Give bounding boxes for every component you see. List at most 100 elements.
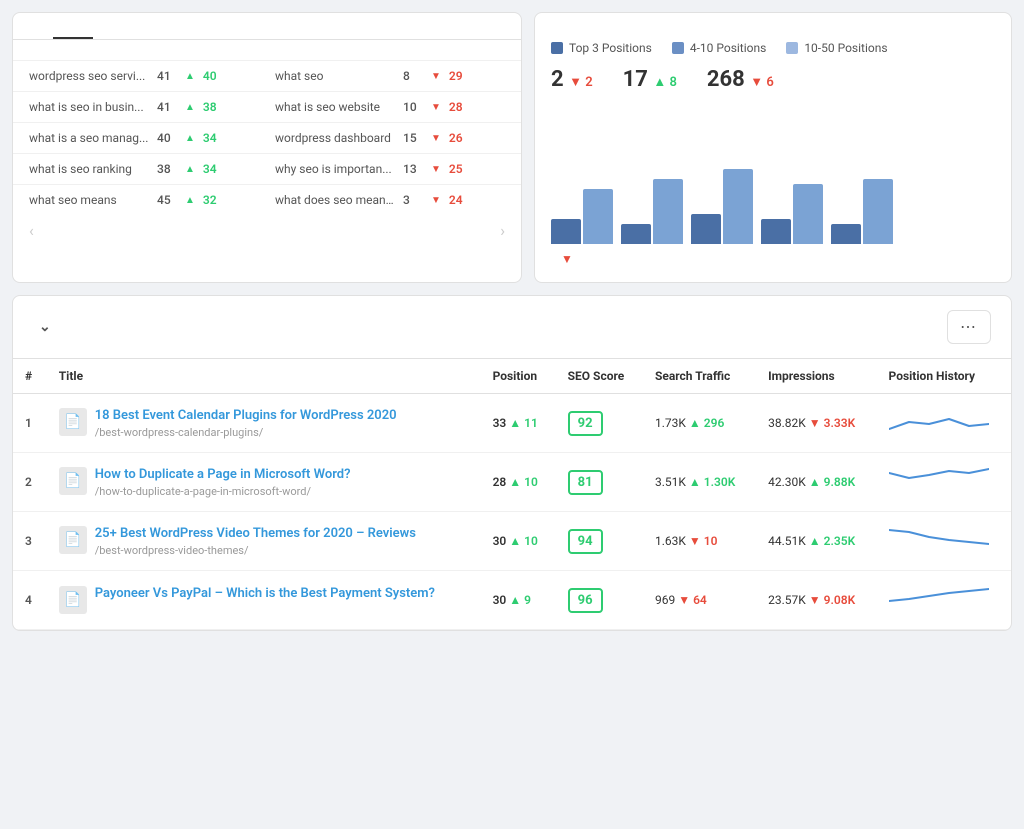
bar-mid xyxy=(723,169,753,244)
table-row: 3 📄 25+ Best WordPress Video Themes for … xyxy=(13,512,1011,571)
impressions-delta: ▼ 3.33K xyxy=(809,416,855,430)
bar-mid xyxy=(863,179,893,244)
legend-item: 4-10 Positions xyxy=(672,41,766,55)
tab-all-keywords[interactable] xyxy=(13,13,53,39)
position-delta: ▲ 10 xyxy=(509,534,538,548)
table-row: 1 📄 18 Best Event Calendar Plugins for W… xyxy=(13,394,1011,453)
losing-keyword: why seo is importan... 13 ▼ 25 xyxy=(259,162,505,176)
position-delta: ▲ 10 xyxy=(509,475,538,489)
position-value: 30 xyxy=(493,534,507,548)
scroll-right-icon[interactable]: › xyxy=(500,221,505,240)
post-title[interactable]: Payoneer Vs PayPal – Which is the Best P… xyxy=(95,586,435,601)
bar-dark xyxy=(831,224,861,244)
seo-score-badge: 92 xyxy=(568,411,603,436)
post-url: /best-wordpress-calendar-plugins/ xyxy=(95,426,264,439)
traffic-delta: ▲ 1.30K xyxy=(689,475,735,489)
row-number: 4 xyxy=(25,593,32,607)
bar-mid xyxy=(583,189,613,244)
stat-number: 17 ▲ 8 xyxy=(623,67,677,92)
table-col-header: Title xyxy=(47,359,481,394)
table-body: 1 📄 18 Best Event Calendar Plugins for W… xyxy=(13,394,1011,630)
ctr-label: ▼ xyxy=(551,252,573,266)
winning-keyword: what seo means 45 ▲ 32 xyxy=(29,193,259,207)
winning-keyword: wordpress seo servi... 41 ▲ 40 xyxy=(29,69,259,83)
bar-dark xyxy=(551,219,581,244)
arrow-down-icon: ▼ xyxy=(431,102,441,113)
position-delta: ▲ 9 xyxy=(509,593,531,607)
post-url: /best-wordpress-video-themes/ xyxy=(95,544,249,557)
mini-chart xyxy=(889,404,989,439)
keyword-row: what is a seo manag... 40 ▲ 34 wordpress… xyxy=(13,122,521,153)
table-col-header: Search Traffic xyxy=(643,359,756,394)
arrow-down-icon: ▼ xyxy=(431,133,441,144)
keyword-row: what is seo in busin... 41 ▲ 38 what is … xyxy=(13,91,521,122)
arrow-up-icon: ▲ xyxy=(185,102,195,113)
panel-title: ⌄ xyxy=(33,319,51,335)
post-cell: 📄 How to Duplicate a Page in Microsoft W… xyxy=(59,467,469,498)
table-col-header: # xyxy=(13,359,47,394)
traffic-value: 1.63K xyxy=(655,534,686,548)
bar-group xyxy=(831,179,893,244)
tab-tracked-keywords[interactable] xyxy=(53,13,93,39)
chevron-down-icon: ⌄ xyxy=(39,319,51,335)
losing-keyword: wordpress dashboard 15 ▼ 26 xyxy=(259,131,505,145)
winning-posts-panel: ⌄ ⋯ #TitlePositionSEO ScoreSearch Traffi… xyxy=(12,295,1012,631)
losing-keyword: what seo 8 ▼ 29 xyxy=(259,69,505,83)
post-url: /how-to-duplicate-a-page-in-microsoft-wo… xyxy=(95,485,311,498)
options-button[interactable]: ⋯ xyxy=(947,310,991,344)
arrow-down-icon: ▼ xyxy=(431,71,441,82)
post-title[interactable]: 18 Best Event Calendar Plugins for WordP… xyxy=(95,408,397,423)
post-icon: 📄 xyxy=(59,408,87,436)
mini-chart xyxy=(889,463,989,498)
position-history-cell xyxy=(877,394,1011,453)
position-history-cell xyxy=(877,453,1011,512)
mini-chart xyxy=(889,522,989,557)
scroll-left-icon[interactable]: ‹ xyxy=(29,221,34,240)
post-icon: 📄 xyxy=(59,586,87,614)
bar-group xyxy=(551,189,613,244)
table-col-header: Position History xyxy=(877,359,1011,394)
impressions-value: 42.30K xyxy=(768,475,806,489)
bar-dark xyxy=(621,224,651,244)
keyword-row: wordpress seo servi... 41 ▲ 40 what seo … xyxy=(13,60,521,91)
post-cell: 📄 Payoneer Vs PayPal – Which is the Best… xyxy=(59,586,469,614)
panel-header: ⌄ ⋯ xyxy=(13,296,1011,359)
post-title[interactable]: 25+ Best WordPress Video Themes for 2020… xyxy=(95,526,416,541)
table-col-header: Position xyxy=(481,359,556,394)
keywords-header xyxy=(13,40,521,60)
losing-keyword: what is seo website 10 ▼ 28 xyxy=(259,100,505,114)
post-icon: 📄 xyxy=(59,526,87,554)
bar-group xyxy=(691,169,753,244)
traffic-value: 1.73K xyxy=(655,416,686,430)
legend-dot xyxy=(672,42,684,54)
arrow-down-icon: ▼ xyxy=(431,164,441,175)
keywords-open-report[interactable] xyxy=(13,246,521,262)
traffic-value: 3.51K xyxy=(655,475,686,489)
traffic-delta: ▼ 10 xyxy=(689,534,718,548)
post-cell: 📄 18 Best Event Calendar Plugins for Wor… xyxy=(59,408,469,439)
ctr-row: ▼ xyxy=(551,252,995,266)
keyword-row: what seo means 45 ▲ 32 what does seo mea… xyxy=(13,184,521,215)
bar-group xyxy=(761,184,823,244)
table-col-header: Impressions xyxy=(756,359,876,394)
table-header: #TitlePositionSEO ScoreSearch TrafficImp… xyxy=(13,359,1011,394)
post-cell: 📄 25+ Best WordPress Video Themes for 20… xyxy=(59,526,469,557)
mini-chart xyxy=(889,581,989,616)
position-history-cell xyxy=(877,571,1011,630)
legend-dot xyxy=(786,42,798,54)
posts-table: #TitlePositionSEO ScoreSearch TrafficImp… xyxy=(13,359,1011,630)
traffic-value: 969 xyxy=(655,593,675,607)
bar-group xyxy=(621,179,683,244)
table-col-header: SEO Score xyxy=(556,359,643,394)
post-title[interactable]: How to Duplicate a Page in Microsoft Wor… xyxy=(95,467,351,482)
positions-panel: Top 3 Positions4-10 Positions10-50 Posit… xyxy=(534,12,1012,283)
impressions-delta: ▲ 2.35K xyxy=(809,534,855,548)
table-row: 4 📄 Payoneer Vs PayPal – Which is the Be… xyxy=(13,571,1011,630)
bar-dark xyxy=(691,214,721,244)
position-value: 33 xyxy=(493,416,507,430)
stat-block: 2 ▼ 2 xyxy=(551,67,593,92)
position-delta: ▲ 11 xyxy=(509,416,538,430)
bar-chart xyxy=(551,104,995,244)
arrow-down-icon: ▼ xyxy=(431,195,441,206)
seo-score-badge: 81 xyxy=(568,470,603,495)
